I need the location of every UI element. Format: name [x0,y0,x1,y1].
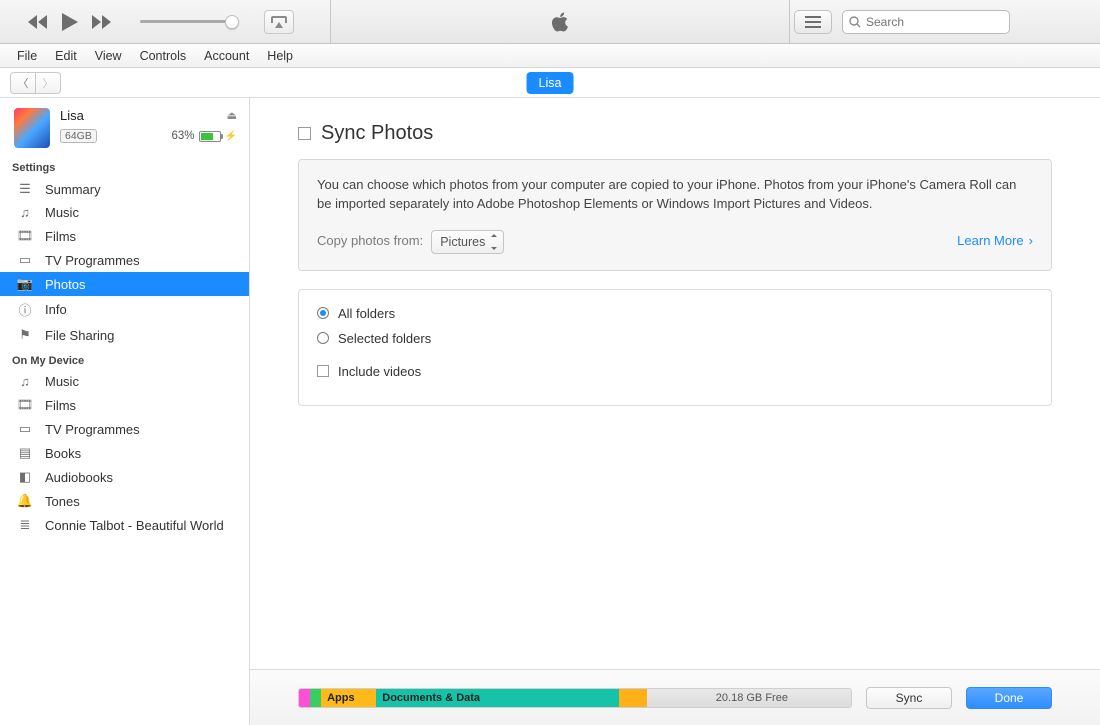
sidebar-item-films[interactable]: 🎞Films [0,224,249,248]
storage-seg-2 [310,689,321,707]
play-button[interactable] [62,13,78,31]
apple-logo-icon [550,10,570,34]
done-button[interactable]: Done [966,687,1052,709]
learn-more-link[interactable]: Learn More › [957,232,1033,251]
device-name: Lisa [60,108,84,123]
storage-bar: Apps Documents & Data 20.18 GB Free [298,688,852,708]
menu-bar: File Edit View Controls Account Help [0,44,1100,68]
device-thumbnail [14,108,50,148]
eject-icon[interactable]: ⏏ [227,109,237,122]
nav-forward-button[interactable]: 〉 [35,72,61,94]
storage-seg-1 [299,689,310,707]
device-item-playlist[interactable]: ≣Connie Talbot - Beautiful World [0,513,249,537]
storage-seg-free: 20.18 GB Free [647,689,851,707]
storage-seg-docs: Documents & Data [376,689,619,707]
battery-icon [199,131,221,142]
list-view-button[interactable] [794,10,832,34]
volume-slider[interactable] [140,20,232,23]
camera-icon: 📷 [16,276,34,292]
copy-from-label: Copy photos from: [317,232,423,251]
rewind-button[interactable] [28,15,48,29]
search-input[interactable] [842,10,1010,34]
tv-icon: ▭ [16,421,34,437]
search-icon [849,16,861,28]
device-item-tones[interactable]: 🔔Tones [0,489,249,513]
chevron-right-icon: › [1029,232,1033,251]
films-icon: 🎞 [16,228,34,244]
section-settings-header: Settings [0,154,249,177]
nav-row: 〈 〉 Lisa [0,68,1100,98]
section-device-header: On My Device [0,347,249,370]
radio-all-folders[interactable] [317,307,329,319]
radio-all-folders-label: All folders [338,306,395,321]
charging-icon: ⚡ [225,131,237,142]
books-icon: ▤ [16,445,34,461]
device-item-audiobooks[interactable]: ◧Audiobooks [0,465,249,489]
sync-description-text: You can choose which photos from your co… [317,176,1033,214]
sidebar-item-info[interactable]: ⓘInfo [0,296,249,323]
playlist-icon: ≣ [16,517,34,533]
device-tab[interactable]: Lisa [527,72,574,94]
sync-photos-title: Sync Photos [321,122,433,145]
storage-seg-5 [619,689,647,707]
sidebar-item-photos[interactable]: 📷Photos [0,272,249,296]
sidebar: Lisa ⏏ 64GB 63% ⚡ Settings ☰Summary ♫Mus… [0,98,250,725]
sidebar-item-tv[interactable]: ▭TV Programmes [0,248,249,272]
device-item-tv[interactable]: ▭TV Programmes [0,417,249,441]
summary-icon: ☰ [16,181,34,197]
sidebar-item-summary[interactable]: ☰Summary [0,177,249,201]
sync-description-box: You can choose which photos from your co… [298,159,1052,271]
radio-selected-folders-label: Selected folders [338,331,431,346]
menu-controls[interactable]: Controls [131,49,196,63]
device-item-films[interactable]: 🎞Films [0,393,249,417]
menu-file[interactable]: File [8,49,46,63]
tv-icon: ▭ [16,252,34,268]
device-item-music[interactable]: ♫Music [0,370,249,393]
footer-bar: Apps Documents & Data 20.18 GB Free Sync… [250,669,1100,725]
music-icon: ♫ [16,374,34,389]
nav-back-button[interactable]: 〈 [10,72,36,94]
sidebar-item-music[interactable]: ♫Music [0,201,249,224]
content-pane: Sync Photos You can choose which photos … [250,98,1100,725]
apps-icon: ⚑ [16,327,34,343]
bell-icon: 🔔 [16,493,34,509]
menu-view[interactable]: View [86,49,131,63]
airplay-button[interactable] [264,10,294,34]
folder-options-box: All folders Selected folders Include vid… [298,289,1052,406]
capacity-badge: 64GB [60,129,97,143]
audiobook-icon: ◧ [16,469,34,485]
checkbox-include-videos-label: Include videos [338,364,421,379]
radio-selected-folders[interactable] [317,332,329,344]
fast-forward-button[interactable] [92,15,112,29]
sync-button[interactable]: Sync [866,687,952,709]
films-icon: 🎞 [16,397,34,413]
info-icon: ⓘ [16,300,34,319]
sidebar-item-file-sharing[interactable]: ⚑File Sharing [0,323,249,347]
copy-from-dropdown[interactable]: Pictures [431,230,504,254]
lcd-display [330,0,790,43]
menu-help[interactable]: Help [258,49,302,63]
sync-photos-checkbox[interactable] [298,127,311,140]
storage-seg-apps: Apps [321,689,376,707]
player-bar: — ▢ ✕ [0,0,1100,44]
music-icon: ♫ [16,205,34,220]
battery-percent: 63% [172,130,195,142]
device-item-books[interactable]: ▤Books [0,441,249,465]
menu-account[interactable]: Account [195,49,258,63]
menu-edit[interactable]: Edit [46,49,86,63]
checkbox-include-videos[interactable] [317,365,329,377]
